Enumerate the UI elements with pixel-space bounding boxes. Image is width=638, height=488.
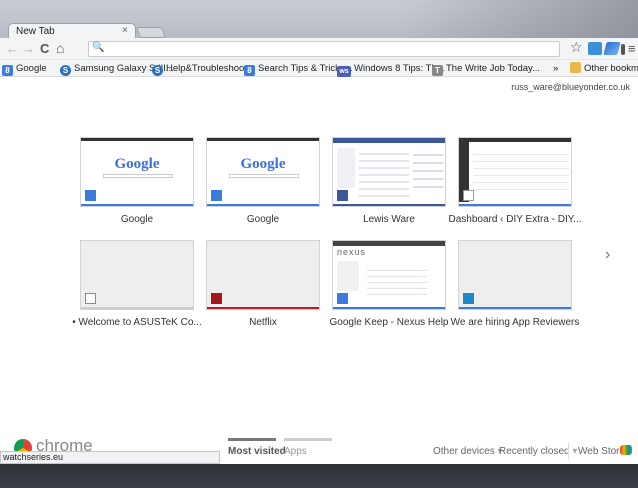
browser-window: New Tab × ← → C ⌂ 🔍 ☆ ≡ 8 Google S Samsung… — [0, 0, 638, 488]
search-icon: 🔍 — [92, 42, 105, 53]
google-icon — [85, 190, 96, 201]
most-visited-tile[interactable]: Google Google — [206, 137, 320, 225]
divider — [568, 443, 569, 459]
thumbnail-searchbox — [103, 174, 173, 178]
google-logo: Google — [240, 156, 286, 172]
page-indicator-active — [228, 438, 276, 441]
toolbar: ← → C ⌂ 🔍 ☆ ≡ — [0, 38, 638, 60]
bookmark-item[interactable]: ws Windows 8 Tips: Th... — [337, 62, 445, 77]
tile-title: Dashboard ‹ DIY Extra - DIY... — [448, 214, 582, 225]
most-visited-tile[interactable]: nexus Google Keep - Nexus Help — [330, 240, 448, 328]
most-visited-tab[interactable]: Most visited — [228, 446, 286, 457]
most-visited-tile[interactable]: Dashboard ‹ DIY Extra - DIY... — [448, 137, 582, 225]
nexus-logo: nexus — [337, 247, 367, 257]
next-page-icon[interactable]: › — [605, 246, 610, 264]
bookmarks-bar: 8 Google S Samsung Galaxy S III... S Help&T… — [0, 60, 638, 77]
tile-bar — [81, 307, 193, 309]
page-icon — [85, 293, 96, 304]
tile-bar — [207, 204, 319, 206]
status-bubble-url: watchseries.eu — [0, 451, 220, 464]
tile-thumbnail: Google — [206, 137, 320, 207]
menu-icon[interactable]: ≡ — [628, 41, 636, 56]
other-bookmarks[interactable]: Other bookmarks — [570, 62, 638, 75]
extension-icon[interactable] — [588, 42, 602, 55]
bookmark-item[interactable]: S Help&Troubleshoot... — [152, 62, 255, 76]
tile-title: Google Keep - Nexus Help — [329, 317, 449, 328]
most-visited-tile[interactable]: Lewis Ware — [332, 137, 446, 225]
other-devices-menu[interactable]: Other devices ▾ — [433, 446, 503, 457]
bookmark-item[interactable]: T The Write Job Today... — [432, 62, 540, 76]
google-icon: 8 — [244, 65, 255, 76]
tile-bar — [207, 307, 319, 309]
most-visited-tile[interactable]: Netflix — [206, 240, 320, 328]
tile-thumbnail: Google — [80, 137, 194, 207]
page-icon: T — [432, 65, 443, 76]
new-tab-button[interactable] — [135, 27, 167, 38]
close-icon[interactable]: × — [122, 25, 128, 36]
reload-icon[interactable]: C — [40, 41, 49, 56]
back-icon[interactable]: ← — [6, 41, 19, 56]
web-store-link[interactable]: Web Store — [578, 446, 625, 457]
tile-title: • Welcome to ASUSTeK Co... — [72, 317, 202, 328]
web-store-icon[interactable] — [620, 445, 632, 455]
tile-thumbnail: nexus — [332, 240, 446, 310]
tile-thumbnail — [80, 240, 194, 310]
tile-bar — [333, 204, 445, 206]
google-logo: Google — [114, 156, 160, 172]
address-bar[interactable]: 🔍 — [88, 41, 560, 57]
samsung-icon: S — [60, 65, 71, 76]
tile-title: Google — [246, 214, 280, 225]
tile-thumbnail — [332, 137, 446, 207]
tile-bar — [81, 204, 193, 206]
folder-icon — [570, 62, 581, 73]
thumbnail-searchbox — [229, 174, 299, 178]
tile-bar — [459, 307, 571, 309]
tab-strip: New Tab × — [0, 0, 638, 39]
tab-title: New Tab — [16, 26, 55, 37]
tile-bar — [333, 307, 445, 309]
site-icon — [463, 293, 474, 304]
forward-icon[interactable]: → — [22, 41, 35, 56]
signed-in-user[interactable]: russ_ware@blueyonder.co.uk — [511, 82, 630, 92]
home-icon[interactable]: ⌂ — [56, 41, 64, 56]
apps-tab[interactable]: Apps — [284, 446, 307, 457]
tile-thumbnail — [458, 240, 572, 310]
google-icon — [211, 190, 222, 201]
tab-new-tab[interactable]: New Tab × — [8, 23, 136, 39]
bookmarks-overflow[interactable]: » — [553, 62, 558, 75]
os-taskbar — [0, 464, 638, 488]
most-visited-tile[interactable]: • Welcome to ASUSTeK Co... — [72, 240, 202, 328]
page-icon — [463, 190, 474, 201]
facebook-icon — [337, 190, 348, 201]
most-visited-tile[interactable]: We are hiring App Reviewers — [451, 240, 579, 328]
tile-title: Google — [120, 214, 154, 225]
google-icon: 8 — [2, 65, 13, 76]
tile-title: Lewis Ware — [363, 214, 415, 225]
chevron-down-icon: ▾ — [572, 446, 578, 457]
tile-thumbnail — [458, 137, 572, 207]
samsung-icon: S — [152, 65, 163, 76]
most-visited-tile[interactable]: Google Google — [80, 137, 194, 225]
bookmark-item[interactable]: 8 Google — [2, 62, 47, 76]
tile-thumbnail — [206, 240, 320, 310]
page-indicator[interactable] — [284, 438, 332, 441]
window-titlebar-shade — [398, 0, 638, 38]
google-icon — [337, 293, 348, 304]
windows-icon: ws — [337, 66, 351, 77]
netflix-icon — [211, 293, 222, 304]
extension-icon[interactable] — [603, 42, 621, 55]
tile-bar — [459, 204, 571, 206]
tile-title: We are hiring App Reviewers — [450, 317, 580, 328]
tile-title: Netflix — [249, 317, 277, 328]
star-icon[interactable]: ☆ — [570, 40, 583, 55]
signal-icon — [621, 44, 625, 55]
recently-closed-menu[interactable]: Recently closed ▾ — [499, 446, 577, 457]
